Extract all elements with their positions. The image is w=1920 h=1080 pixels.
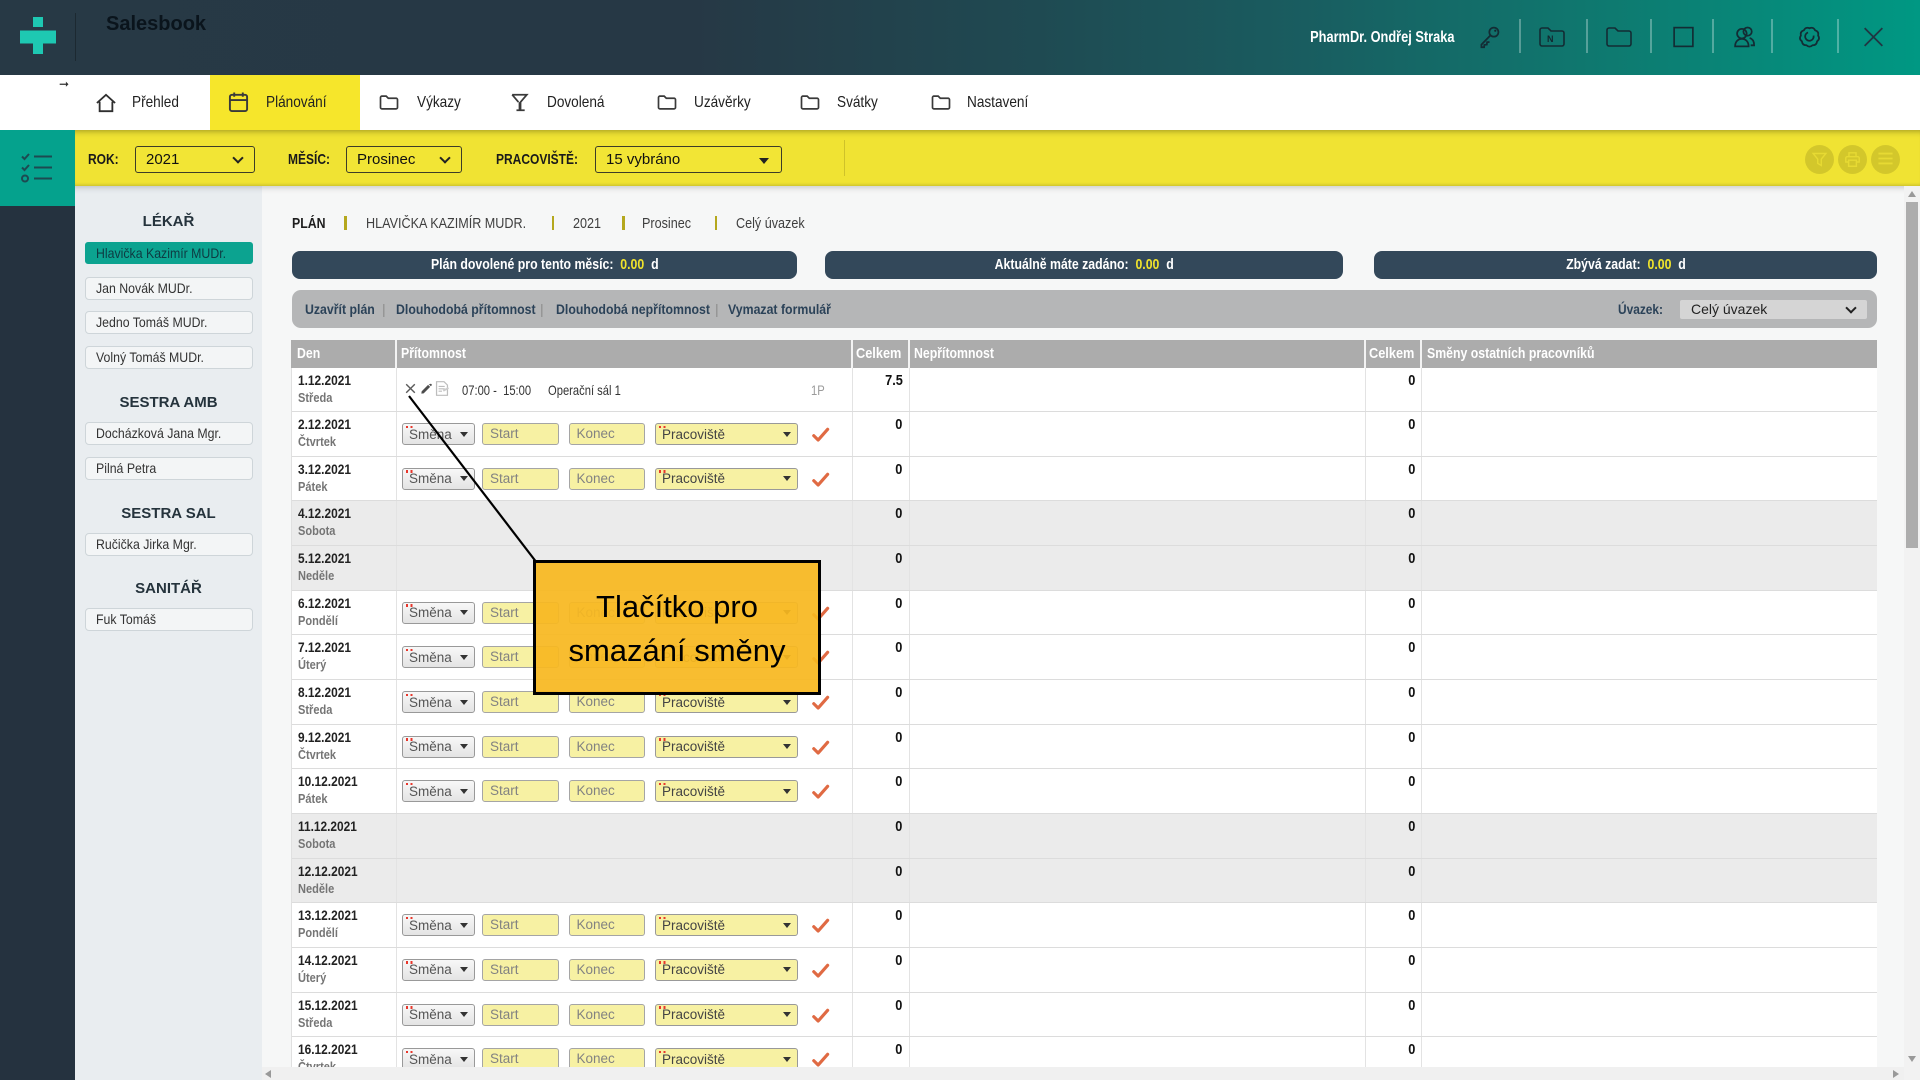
svg-text:N: N <box>1547 34 1554 44</box>
